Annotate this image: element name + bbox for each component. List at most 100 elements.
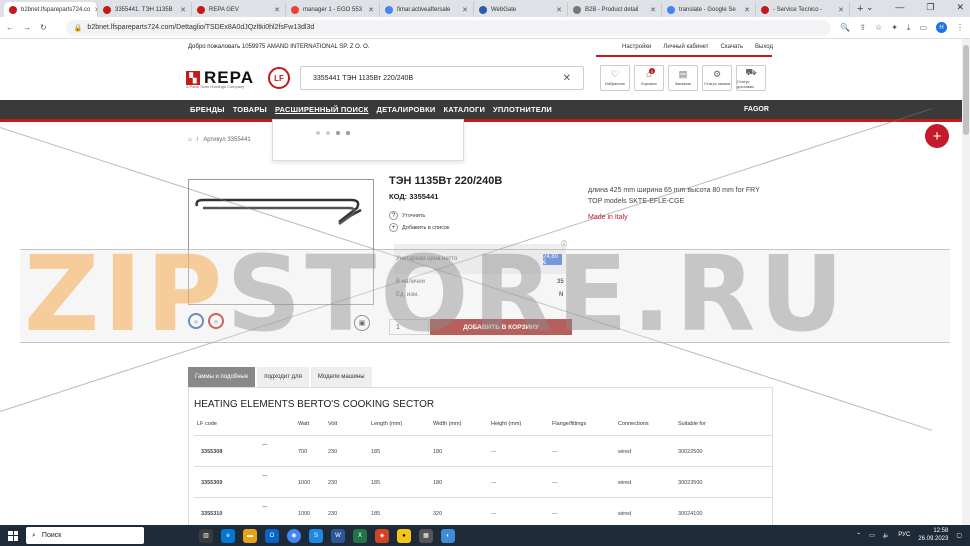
- nav-advanced-search[interactable]: РАСШИРЕННЫЙ ПОИСК: [275, 105, 369, 114]
- browser-tab[interactable]: WebGate ✕: [474, 2, 568, 17]
- tab-machine-models[interactable]: Модели машины: [310, 367, 372, 387]
- logo-subtitle: A Parts Town Holdings Company: [186, 84, 245, 89]
- search-input[interactable]: 3355441 ТЭН 1135Вт 220/240В ✕: [300, 66, 584, 90]
- ask-link[interactable]: ? Уточнить: [389, 211, 425, 220]
- table-cell: wired: [618, 449, 632, 455]
- network-icon[interactable]: ▭: [869, 532, 875, 539]
- settings-link[interactable]: Настройки: [622, 44, 651, 54]
- menu-icon[interactable]: ⋮: [956, 23, 964, 32]
- browser-tab[interactable]: b2bnet.lfspareparts724.co✕: [4, 2, 98, 17]
- table-cell[interactable]: 3355310: [201, 511, 222, 517]
- repa-logo-icon: ▚: [186, 71, 200, 85]
- page-scrollbar[interactable]: [962, 39, 970, 525]
- app-icon[interactable]: ◈: [375, 528, 389, 543]
- nav-products[interactable]: ТОВАРЫ: [233, 105, 267, 114]
- taskbar-apps: ▥ e ▬ O ◉ S W X ◈ ● ▦ ◐: [199, 528, 455, 543]
- browser-tab[interactable]: manager 1 - EGO 553 ✕: [286, 2, 380, 17]
- clock[interactable]: 12:58 26.09.2023: [918, 527, 948, 543]
- outlook-icon[interactable]: O: [265, 528, 279, 543]
- close-icon[interactable]: ✕: [368, 6, 374, 14]
- nav-brands[interactable]: БРЕНДЫ: [190, 105, 225, 114]
- home-icon[interactable]: ⌂: [188, 137, 192, 143]
- account-link[interactable]: Личный кабинет: [663, 44, 708, 54]
- close-icon[interactable]: ✕: [650, 6, 656, 14]
- nav-gaskets[interactable]: УПЛОТНИТЕЛИ: [493, 105, 552, 114]
- excel-icon[interactable]: X: [353, 528, 367, 543]
- browser-tab[interactable]: B2B - Product detail ✕: [568, 2, 662, 17]
- google-icon: [667, 5, 675, 14]
- close-window-icon[interactable]: ✕: [956, 2, 964, 13]
- clear-icon[interactable]: ✕: [563, 73, 571, 84]
- tab-fits[interactable]: подходит для: [257, 367, 309, 387]
- product-tabs: Гаммы и подобные подходит для Модели маш…: [188, 367, 372, 387]
- taskbar-search[interactable]: ⌕ Поиск: [26, 527, 144, 544]
- notifications-icon[interactable]: ▢: [956, 532, 962, 539]
- order-status-button[interactable]: ⚙ Статус заказа: [702, 65, 732, 91]
- back-icon[interactable]: ←: [6, 23, 14, 32]
- downloads-icon[interactable]: ⤓: [907, 23, 911, 33]
- header-icon-buttons: ♡ Избранное 0 ⌂ Корзина ▤ Заказать ⚙ Статус з…: [600, 65, 766, 91]
- profile-avatar[interactable]: H: [936, 22, 947, 33]
- taskbar: ⌕ Поиск ▥ e ▬ O ◉ S W X ◈ ● ▦ ◐ ⌃ ▭ 🔈 РУ…: [0, 525, 970, 546]
- app-icon[interactable]: ◐: [441, 528, 455, 543]
- table-cell[interactable]: 3355309: [201, 480, 222, 486]
- reload-icon[interactable]: ↻: [40, 23, 47, 32]
- tab-search-icon[interactable]: ⌄: [866, 2, 874, 13]
- close-icon[interactable]: ✕: [180, 6, 186, 14]
- table-cell: 185: [371, 511, 381, 517]
- browser-tab[interactable]: 3355441. ТЭН 1135В ✕: [98, 2, 192, 17]
- table-cell[interactable]: 3355308: [201, 449, 222, 455]
- maximize-icon[interactable]: ❐: [926, 2, 934, 13]
- fagor-logo[interactable]: FAGOR: [744, 106, 769, 113]
- nav-catalogs[interactable]: КАТАЛОГИ: [443, 105, 485, 114]
- lf-logo[interactable]: LF: [268, 67, 290, 89]
- url-field[interactable]: 🔒 b2bnet.lfspareparts724.com/Dettaglio/T…: [65, 19, 832, 36]
- bookmark-icon[interactable]: ☆: [875, 23, 882, 32]
- add-to-list-link[interactable]: + Добавить в список: [389, 223, 449, 232]
- row-thumb-icon: ⌒: [262, 507, 268, 513]
- forward-icon[interactable]: →: [23, 23, 31, 32]
- order-button[interactable]: ▤ Заказать: [668, 65, 698, 91]
- browser-tab[interactable]: fimar.activeaftersale ✕: [380, 2, 474, 17]
- zoom-icon[interactable]: 🔍: [840, 23, 850, 32]
- favorites-button[interactable]: ♡ Избранное: [600, 65, 630, 91]
- download-link[interactable]: Скачать: [721, 44, 744, 54]
- browser-tab-strip: b2bnet.lfspareparts724.co✕ 3355441. ТЭН …: [0, 0, 970, 17]
- sidepanel-icon[interactable]: ▭: [919, 23, 927, 32]
- browser-tab[interactable]: REPA GEV ✕: [192, 2, 286, 17]
- app-icon[interactable]: ▦: [419, 528, 433, 543]
- cart-button[interactable]: 0 ⌂ Корзина: [634, 65, 664, 91]
- share-icon[interactable]: ⇪: [859, 23, 866, 32]
- browser-tab[interactable]: translate - Google Se ✕: [662, 2, 756, 17]
- scrollbar-thumb[interactable]: [963, 45, 969, 135]
- close-icon[interactable]: ✕: [462, 6, 468, 14]
- breadcrumb: ⌂ / Артикул 3355441: [188, 137, 251, 143]
- close-icon[interactable]: ✕: [838, 6, 844, 14]
- delivery-status-button[interactable]: ⛟ Статус доставки: [736, 65, 766, 91]
- chevron-up-icon[interactable]: ⌃: [856, 532, 861, 539]
- close-icon[interactable]: ✕: [274, 6, 280, 14]
- table-cell: 320: [433, 511, 443, 517]
- system-tray: ⌃ ▭ 🔈 РУС 12:58 26.09.2023 ▢: [856, 527, 962, 543]
- word-icon[interactable]: W: [331, 528, 345, 543]
- table-cell: ---: [491, 480, 497, 486]
- skype-icon[interactable]: S: [309, 528, 323, 543]
- table-cell: 180: [433, 449, 443, 455]
- close-icon[interactable]: ✕: [556, 6, 562, 14]
- windows-start-icon[interactable]: [8, 530, 18, 541]
- task-view-icon[interactable]: ▥: [199, 528, 213, 543]
- explorer-icon[interactable]: ▬: [243, 528, 257, 543]
- minimize-icon[interactable]: —: [895, 2, 904, 13]
- logout-link[interactable]: Выход: [755, 44, 773, 54]
- close-icon[interactable]: ✕: [744, 6, 750, 14]
- volume-icon[interactable]: 🔈: [883, 532, 890, 539]
- extensions-icon[interactable]: ✦: [891, 23, 898, 32]
- browser-tab[interactable]: - Service Tecnico - ✕: [756, 2, 850, 17]
- nav-exploded-views[interactable]: ДЕТАЛИРОВКИ: [377, 105, 436, 114]
- app-icon[interactable]: ●: [397, 528, 411, 543]
- floating-add-button[interactable]: +: [925, 124, 949, 148]
- language-indicator[interactable]: РУС: [898, 532, 910, 538]
- tab-similar[interactable]: Гаммы и подобные: [188, 367, 256, 387]
- chrome-icon[interactable]: ◉: [287, 528, 301, 543]
- edge-icon[interactable]: e: [221, 528, 235, 543]
